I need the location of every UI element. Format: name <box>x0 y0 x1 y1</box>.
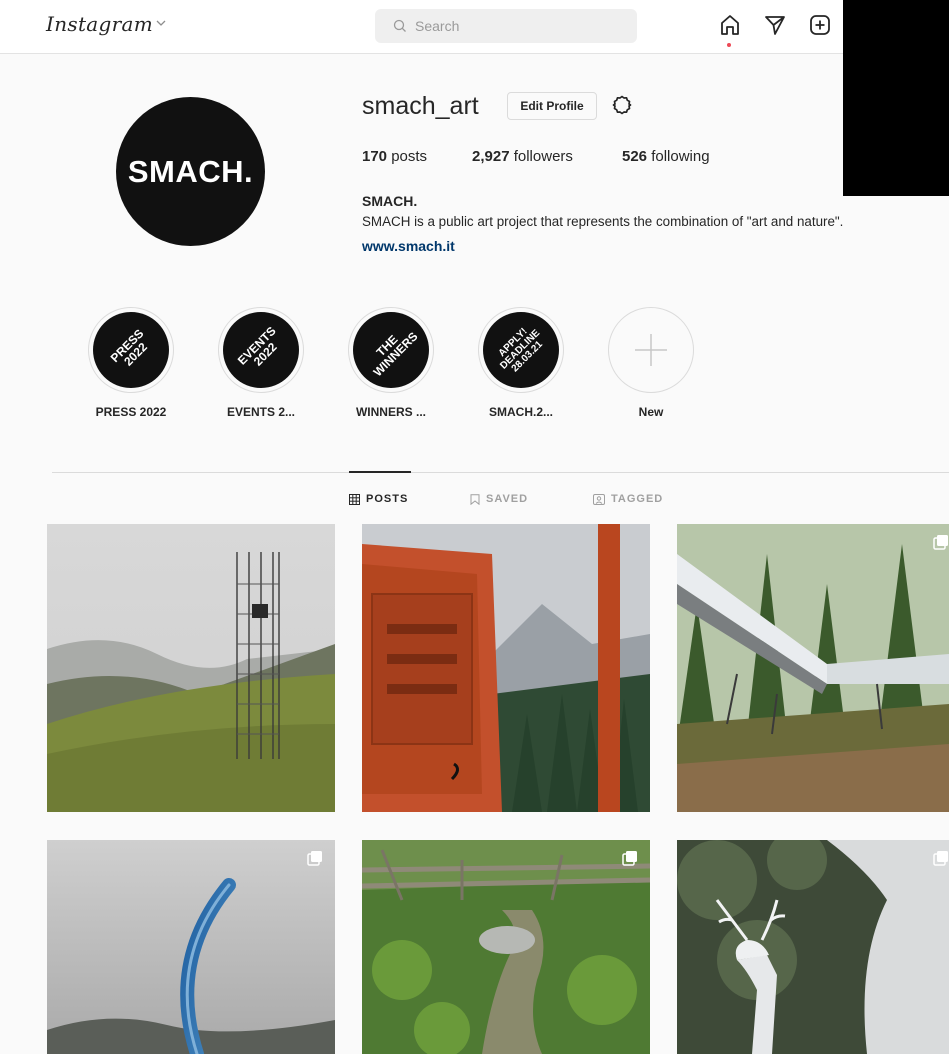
grid-icon <box>349 493 360 505</box>
avatar-logo-text: SMACH. <box>127 153 254 189</box>
stat-posts: 170 posts <box>362 148 427 165</box>
tab-saved-label: SAVED <box>486 493 529 505</box>
stat-followers-value: 2,927 <box>472 148 510 165</box>
instagram-logo[interactable]: Instagram <box>46 12 153 36</box>
profile-username: smach_art <box>362 92 479 120</box>
post-thumbnail[interactable] <box>47 524 335 812</box>
search-input[interactable] <box>415 15 615 37</box>
profile-avatar[interactable]: SMACH. <box>116 97 265 246</box>
post-thumbnail[interactable] <box>362 524 650 812</box>
highlight-item[interactable]: EVENTS 2022 EVENTS 2... <box>206 307 316 419</box>
active-tab-indicator <box>349 471 411 473</box>
new-post-icon[interactable] <box>807 12 833 38</box>
highlight-cover-text: PRESS 2022 <box>107 326 150 369</box>
post-image-tower <box>47 524 335 812</box>
post-thumbnail[interactable] <box>677 524 949 812</box>
home-icon[interactable] <box>717 12 743 38</box>
carousel-icon <box>307 851 322 866</box>
carousel-icon <box>933 851 948 866</box>
stat-following-label: following <box>651 148 710 165</box>
highlight-cover: EVENTS 2022 <box>223 312 299 388</box>
stat-posts-value: 170 <box>362 148 388 165</box>
highlight-label: WINNERS ... <box>355 405 426 419</box>
highlight-cover: APPLY! DEADLINE 28.03.21 <box>483 312 559 388</box>
highlight-cover: PRESS 2022 <box>93 312 169 388</box>
tab-posts[interactable]: POSTS <box>349 491 408 507</box>
carousel-icon <box>622 851 637 866</box>
post-image-red-door <box>362 524 650 812</box>
tab-tagged-label: TAGGED <box>611 493 664 505</box>
profile-full-name: SMACH. <box>362 193 418 209</box>
highlight-label: EVENTS 2... <box>226 405 296 419</box>
stat-followers[interactable]: 2,927 followers <box>472 148 573 165</box>
black-overlay-block <box>843 0 949 196</box>
highlight-ring: THE WINNERS <box>348 307 434 393</box>
post-image-forest-sculpture <box>677 524 949 812</box>
edit-profile-button[interactable]: Edit Profile <box>507 92 597 120</box>
notification-dot <box>727 43 731 47</box>
tab-posts-label: POSTS <box>366 493 409 505</box>
highlight-item[interactable]: APPLY! DEADLINE 28.03.21 SMACH.2... <box>466 307 576 419</box>
top-navigation-bar: Instagram <box>0 0 949 54</box>
highlight-cover-text: THE WINNERS <box>370 329 421 380</box>
tabs-divider <box>52 472 949 473</box>
post-image-white-deer <box>677 840 949 1054</box>
highlight-ring: EVENTS 2022 <box>218 307 304 393</box>
stat-followers-label: followers <box>513 148 573 165</box>
plus-icon <box>635 334 667 366</box>
highlight-ring: PRESS 2022 <box>88 307 174 393</box>
chevron-down-icon[interactable] <box>156 18 166 28</box>
highlight-cover-text: APPLY! DEADLINE 28.03.21 <box>497 326 546 375</box>
gear-icon[interactable] <box>610 93 634 117</box>
search-box[interactable] <box>375 9 637 43</box>
stat-following[interactable]: 526 following <box>622 148 710 165</box>
highlight-cover: THE WINNERS <box>353 312 429 388</box>
highlight-new-ring <box>608 307 694 393</box>
tab-tagged[interactable]: TAGGED <box>593 491 663 507</box>
highlight-label: PRESS 2022 <box>95 405 167 419</box>
bookmark-icon <box>470 493 480 505</box>
stat-posts-label: posts <box>391 148 428 165</box>
profile-website-link[interactable]: www.smach.it <box>362 238 455 254</box>
post-thumbnail[interactable] <box>47 840 335 1054</box>
highlight-cover-text: EVENTS 2022 <box>234 323 280 369</box>
direct-icon[interactable] <box>762 12 788 38</box>
post-thumbnail[interactable] <box>677 840 949 1054</box>
tag-user-icon <box>593 493 605 505</box>
post-image-stream <box>362 840 650 1054</box>
tab-saved[interactable]: SAVED <box>470 491 528 507</box>
carousel-icon <box>933 535 948 550</box>
highlight-label: SMACH.2... <box>488 405 553 419</box>
post-image-blue-horn <box>47 840 335 1054</box>
post-thumbnail[interactable] <box>362 840 650 1054</box>
highlight-item[interactable]: PRESS 2022 PRESS 2022 <box>76 307 186 419</box>
highlight-label: New <box>638 405 664 419</box>
highlight-new[interactable]: New <box>596 307 706 419</box>
highlight-ring: APPLY! DEADLINE 28.03.21 <box>478 307 564 393</box>
profile-bio: SMACH is a public art project that repre… <box>362 214 844 229</box>
search-icon <box>393 19 406 32</box>
highlight-item[interactable]: THE WINNERS WINNERS ... <box>336 307 446 419</box>
stat-following-value: 526 <box>622 148 648 165</box>
